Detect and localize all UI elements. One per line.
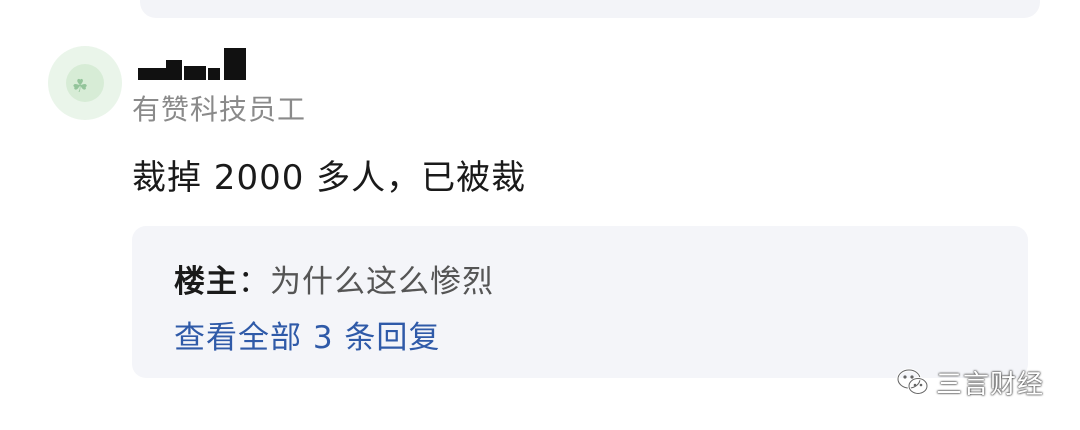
user-role-label: 有赞科技员工 [132,93,307,126]
reply-author: 楼主 [174,264,238,300]
redacted-username [138,48,246,80]
previous-comment-card [140,0,1040,18]
watermark-text: 三言财经 [936,369,1045,400]
watermark: 三言财经 [896,362,1044,402]
reply-text: 为什么这么惨烈 [270,264,494,300]
next-comment-hint [170,418,280,430]
reply-separator: ： [238,264,270,300]
reply-preview-box[interactable]: 楼主：为什么这么惨烈 查看全部 3 条回复 [132,226,1028,378]
avatar-icon: ☘ [72,76,89,97]
comment-text: 裁掉 2000 多人，已被裁 [132,158,527,198]
wechat-icon [896,365,930,399]
avatar[interactable]: ☘ [48,46,122,120]
reply-preview-line: 楼主：为什么这么惨烈 [174,256,494,301]
view-all-replies-link[interactable]: 查看全部 3 条回复 [174,312,440,357]
